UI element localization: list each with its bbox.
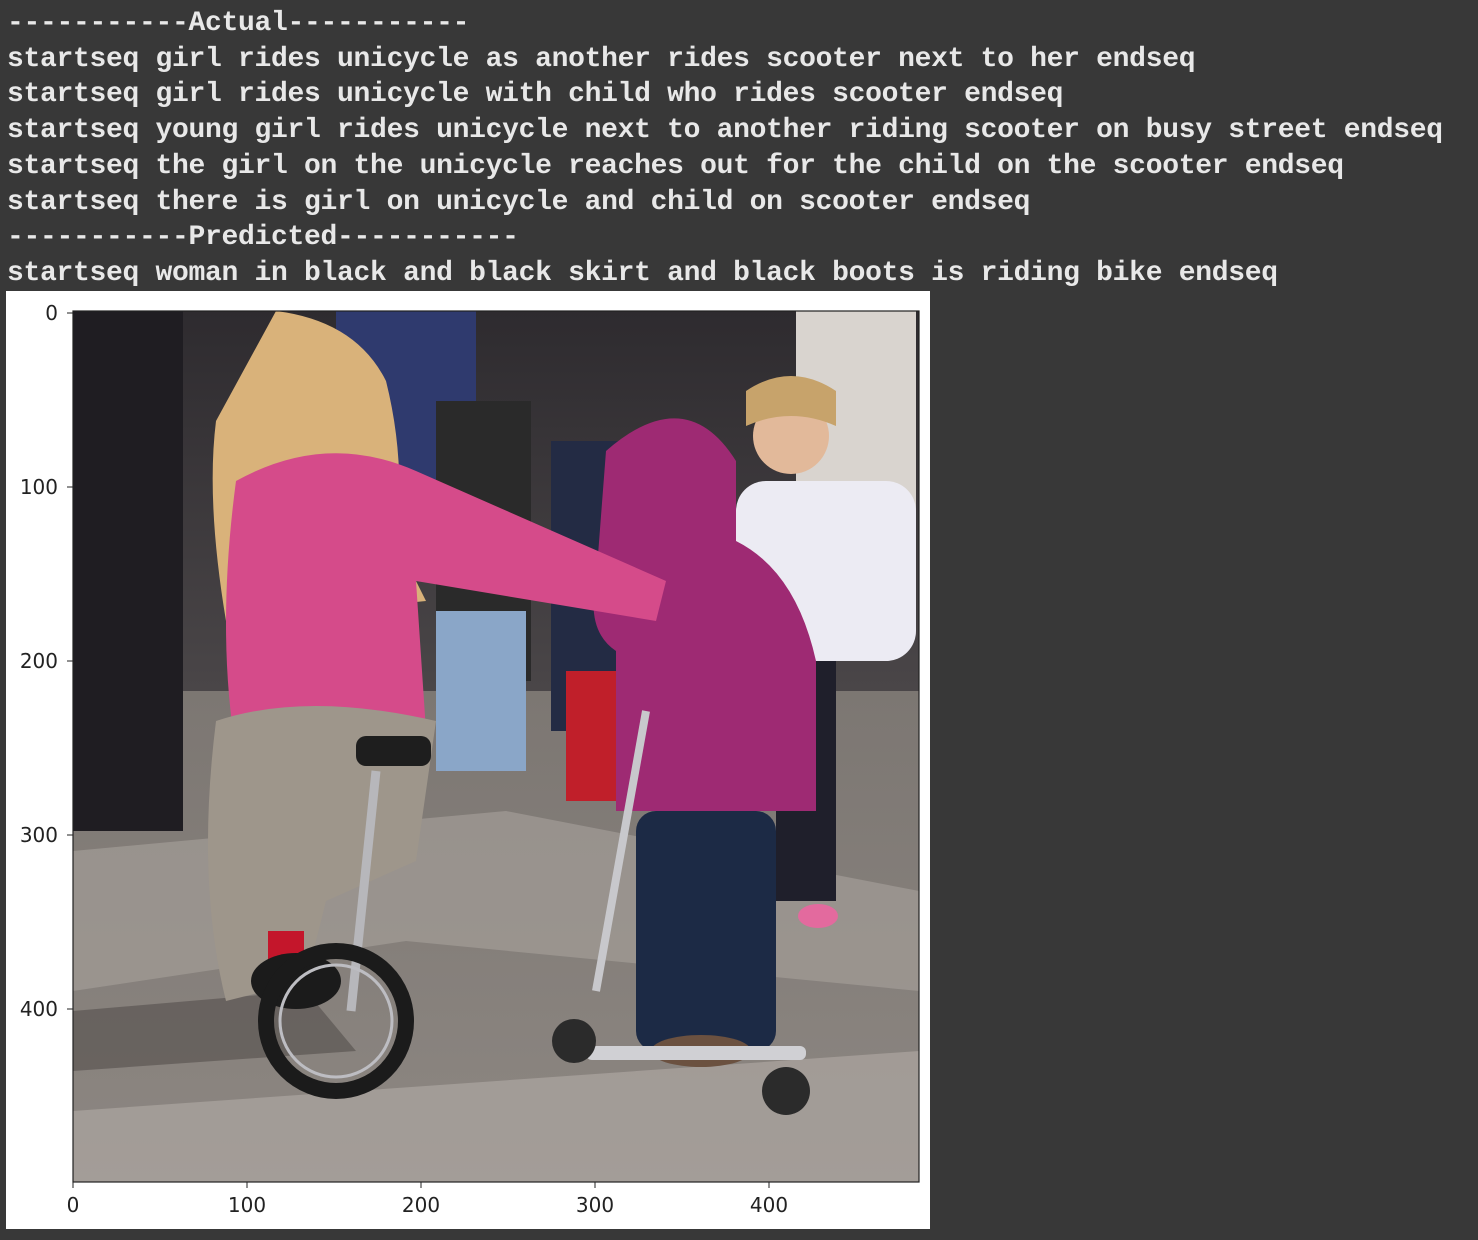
notebook-output-cell: -----------Actual----------- startseq gi… [0,0,1478,1240]
figure-canvas: 0 100 200 300 400 0 100 200 300 400 [20,301,920,1217]
x-axis: 0 100 200 300 400 [67,1182,788,1217]
x-tick-label: 400 [750,1193,788,1217]
actual-caption-1: startseq girl rides unicycle as another … [7,44,1196,75]
actual-header: -----------Actual----------- [7,8,470,39]
x-tick-label: 300 [576,1193,614,1217]
actual-caption-5: startseq there is girl on unicycle and c… [7,187,1031,218]
actual-caption-2: startseq girl rides unicycle with child … [7,79,1064,110]
matplotlib-figure: 0 100 200 300 400 0 100 200 300 400 [6,291,930,1229]
y-axis: 0 100 200 300 400 [20,301,73,1021]
photo-image [73,311,919,1182]
y-tick-label: 400 [20,997,58,1021]
actual-caption-4: startseq the girl on the unicycle reache… [7,151,1344,182]
actual-caption-3: startseq young girl rides unicycle next … [7,115,1443,146]
y-tick-label: 200 [20,649,58,673]
x-tick-label: 200 [402,1193,440,1217]
predicted-caption: startseq woman in black and black skirt … [7,258,1278,289]
x-tick-label: 0 [67,1193,80,1217]
y-tick-label: 100 [20,475,58,499]
y-tick-label: 300 [20,823,58,847]
predicted-header: -----------Predicted----------- [7,222,519,253]
x-tick-label: 100 [228,1193,266,1217]
y-tick-label: 0 [45,301,58,325]
